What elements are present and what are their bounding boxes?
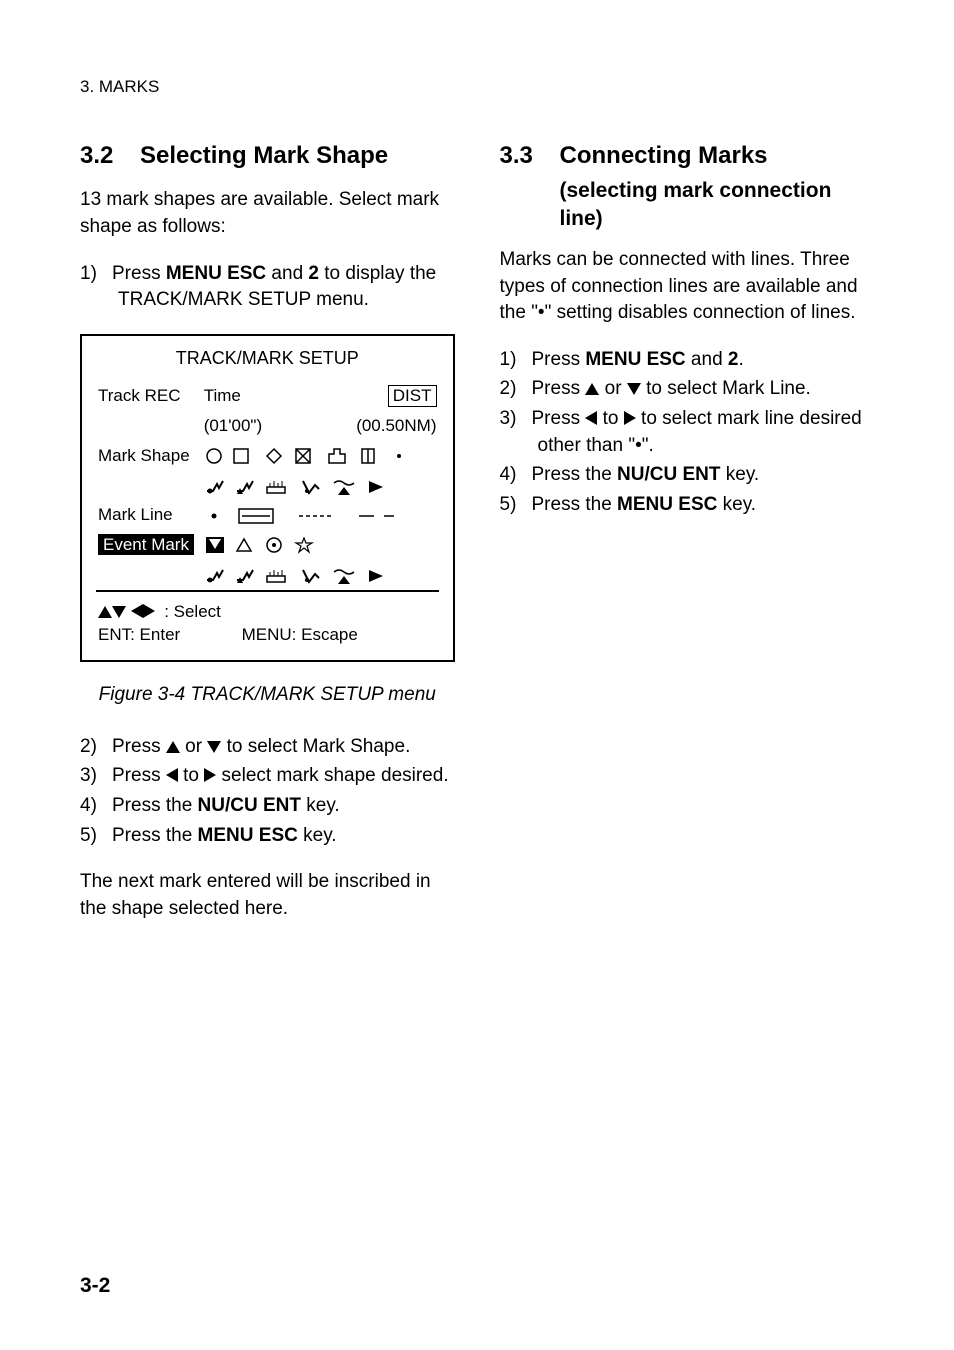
- track-mark-setup-diagram: TRACK/MARK SETUP Track REC Time DIST (01…: [80, 334, 455, 662]
- step-1: 1)Press MENU ESC and 2 to display the TR…: [80, 261, 455, 314]
- arrow-right-icon: [624, 411, 636, 425]
- mark-shape-icons-row2: [202, 470, 439, 500]
- mark-shape-icons-row1: [202, 441, 439, 471]
- step-r5: 5)Press the MENU ESC key.: [500, 492, 875, 519]
- arrow-up-icon: [98, 606, 112, 618]
- time-value: (01'00"): [202, 411, 303, 441]
- step-2: 2)Press or to select Mark Shape.: [80, 734, 455, 761]
- arrow-down-icon: [207, 741, 221, 753]
- arrow-down-icon: [112, 606, 126, 618]
- step-r1: 1)Press MENU ESC and 2.: [500, 347, 875, 374]
- dist-box: DIST: [388, 385, 437, 407]
- section-3-3-heading: 3.3 Connecting Marks: [500, 139, 875, 173]
- step-3: 3)Press to select mark shape desired.: [80, 763, 455, 790]
- arrow-up-icon: [585, 383, 599, 395]
- section-3-2-outro: The next mark entered will be inscribed …: [80, 869, 455, 922]
- diagram-footer: : Select ENT: Enter MENU: Escape: [96, 591, 439, 651]
- mark-line-label: Mark Line: [96, 500, 202, 530]
- steps-list-right: 1)Press MENU ESC and 2. 2)Press or to se…: [500, 347, 875, 519]
- steps-list-left-1: 1)Press MENU ESC and 2 to display the TR…: [80, 261, 455, 314]
- steps-list-left-2: 2)Press or to select Mark Shape. 3)Press…: [80, 734, 455, 849]
- arrow-right-icon: [143, 604, 155, 618]
- track-rec-label: Track REC: [96, 381, 202, 411]
- left-column: 3.2 Selecting Mark Shape 13 mark shapes …: [80, 139, 455, 942]
- time-label: Time: [202, 381, 303, 411]
- page-header: 3. MARKS: [80, 75, 874, 99]
- arrow-right-icon: [204, 768, 216, 782]
- mark-line-icons: [202, 500, 439, 530]
- step-r4: 4)Press the NU/CU ENT key.: [500, 462, 875, 489]
- dist-value: (00.50NM): [302, 411, 438, 441]
- figure-caption: Figure 3-4 TRACK/MARK SETUP menu: [80, 682, 455, 709]
- step-4: 4)Press the NU/CU ENT key.: [80, 793, 455, 820]
- arrow-left-icon: [166, 768, 178, 782]
- arrow-left-icon: [131, 604, 143, 618]
- arrow-left-icon: [585, 411, 597, 425]
- mark-shape-label: Mark Shape: [96, 441, 202, 471]
- event-mark-icons-row2: [202, 560, 439, 591]
- page-number: 3-2: [80, 1271, 110, 1300]
- event-mark-icons-row1: [202, 530, 439, 560]
- arrow-up-icon: [166, 741, 180, 753]
- section-3-2-intro: 13 mark shapes are available. Select mar…: [80, 187, 455, 240]
- right-column: 3.3 Connecting Marks (selecting mark con…: [500, 139, 875, 942]
- step-5: 5)Press the MENU ESC key.: [80, 823, 455, 850]
- arrow-down-icon: [627, 383, 641, 395]
- section-3-2-heading: 3.2 Selecting Mark Shape: [80, 139, 455, 173]
- diagram-title: TRACK/MARK SETUP: [96, 346, 439, 371]
- event-mark-selected: Event Mark: [98, 534, 194, 555]
- step-r3: 3)Press to to select mark line desired o…: [500, 406, 875, 459]
- section-3-3-subheading: (selecting mark connection line): [560, 177, 875, 232]
- section-3-3-intro: Marks can be connected with lines. Three…: [500, 247, 875, 327]
- step-r2: 2)Press or to select Mark Line.: [500, 376, 875, 403]
